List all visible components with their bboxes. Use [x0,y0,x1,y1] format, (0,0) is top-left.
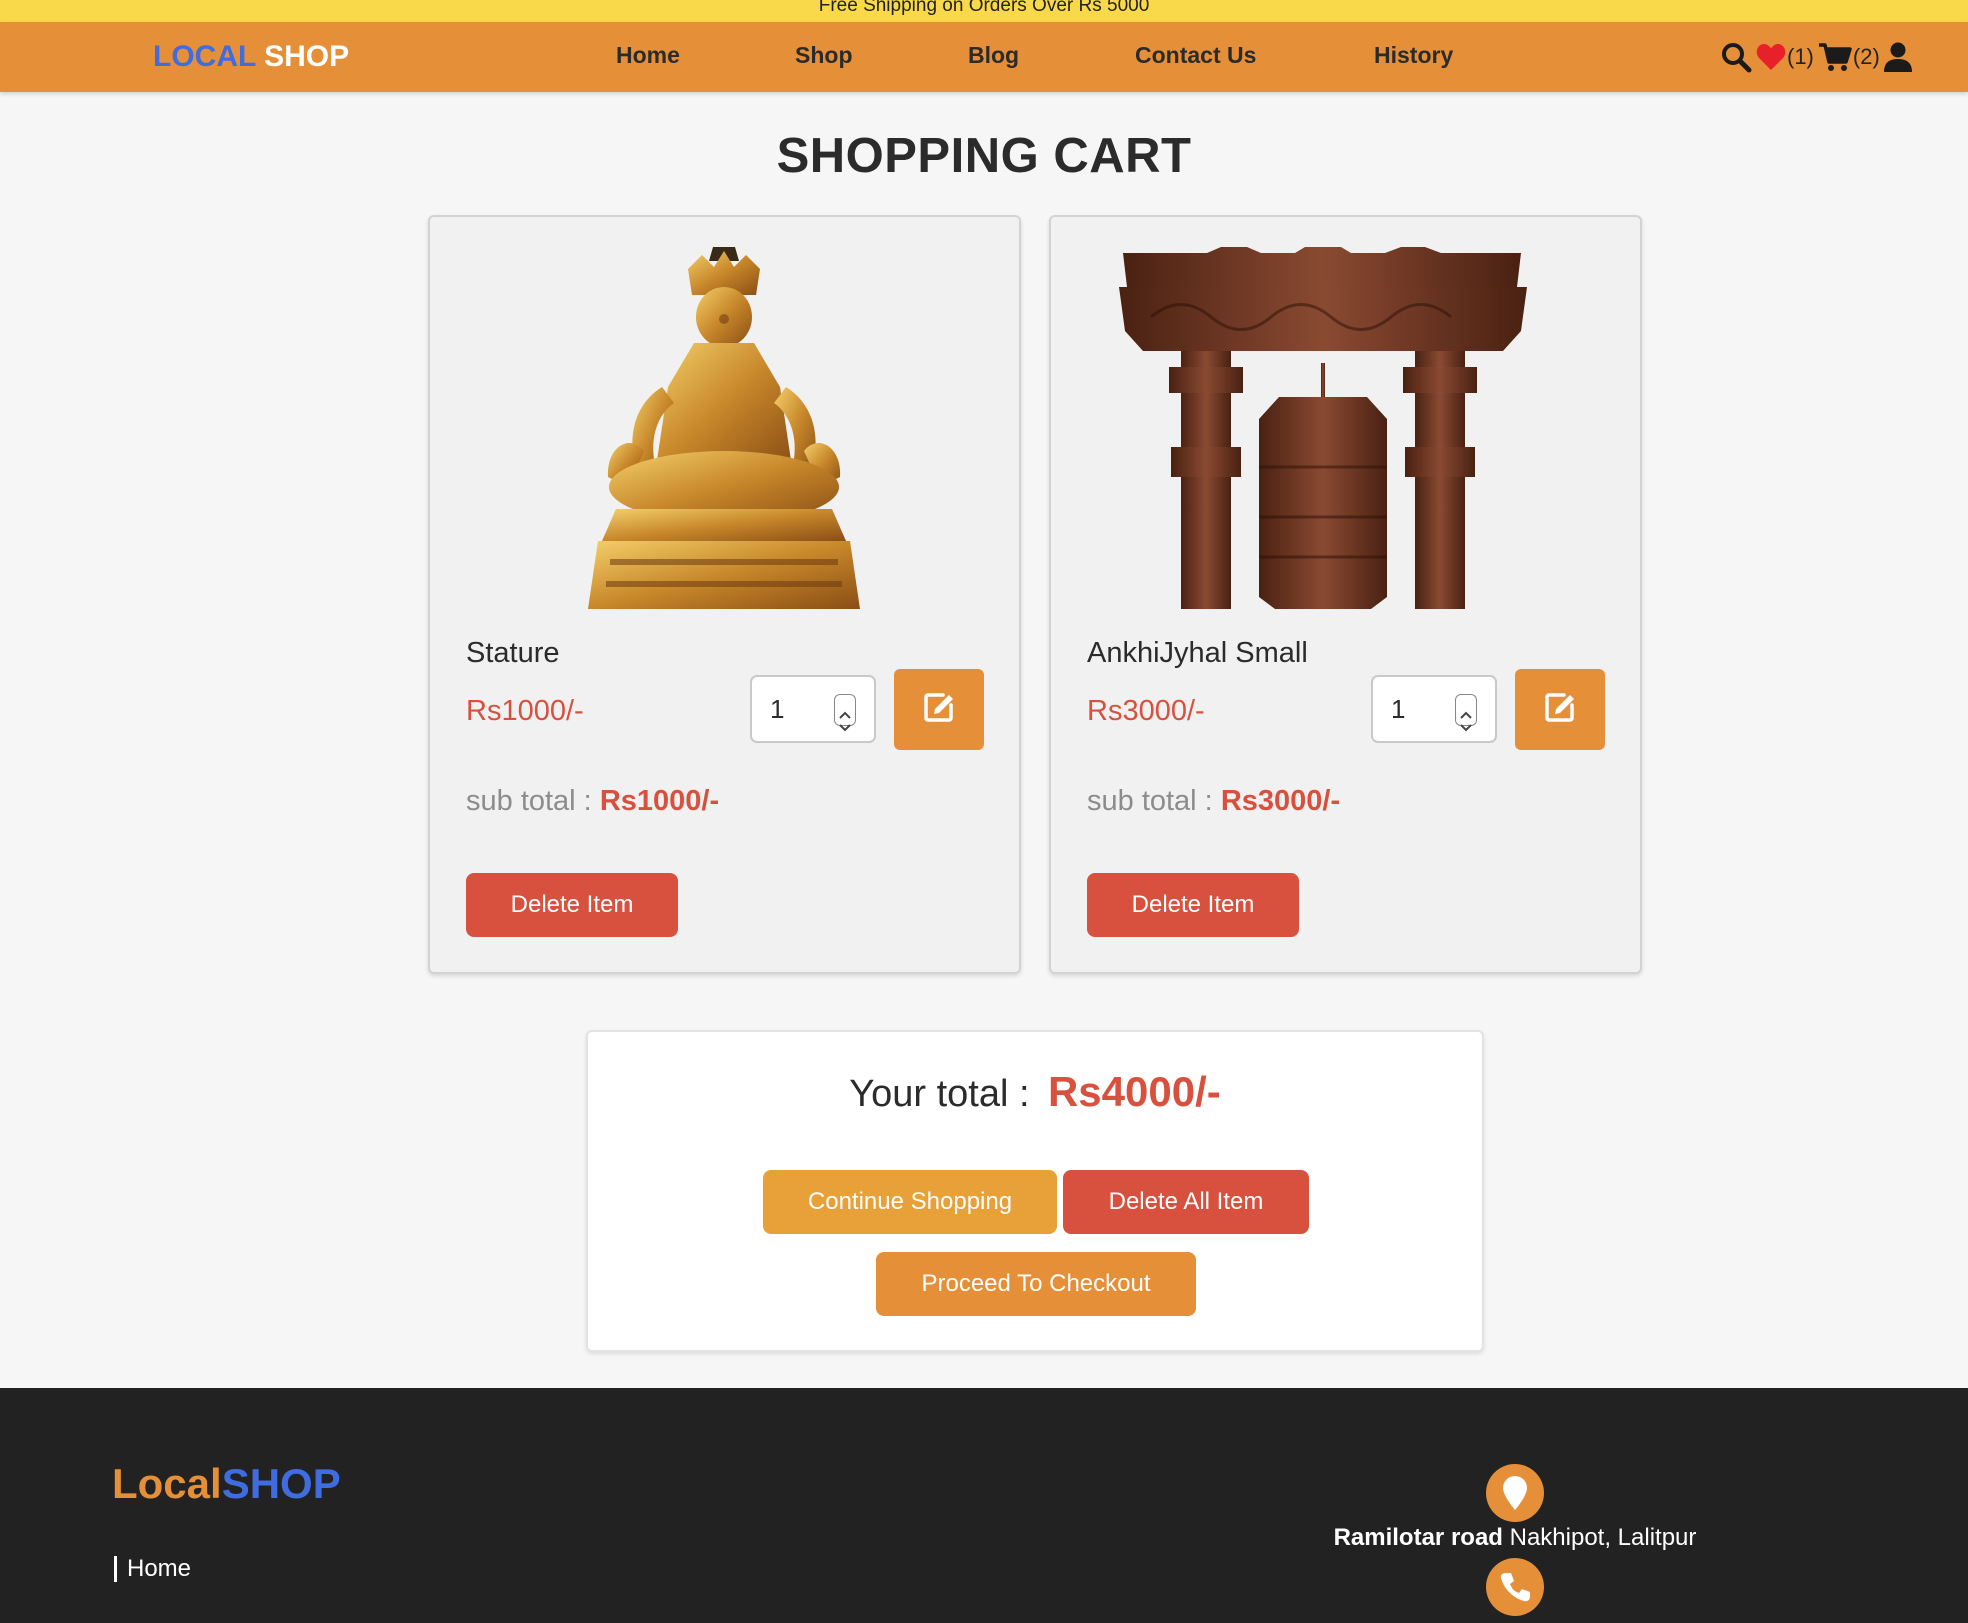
nav-blog[interactable]: Blog [968,42,1019,69]
wishlist-count: (1) [1787,44,1814,69]
navbar: LOCAL SHOP Home Shop Blog Contact Us His… [0,22,1968,92]
subtotal-value: Rs1000/- [599,785,720,817]
quantity-value: 1 [770,694,785,724]
quantity-input[interactable]: 1 [750,675,876,743]
nav-shop[interactable]: Shop [795,42,853,69]
product-price: Rs3000/- [1087,695,1205,727]
delete-item-button[interactable]: Delete Item [466,873,678,937]
total-value: Rs4000/- [1047,1068,1221,1115]
nav-history[interactable]: History [1374,42,1453,69]
edit-icon [1544,691,1576,728]
product-name: Stature [466,637,560,669]
edit-quantity-button[interactable] [1515,669,1605,750]
cart-total: Your total : Rs4000/- [588,1068,1482,1116]
continue-shopping-button[interactable]: Continue Shopping [763,1170,1057,1234]
footer-logo-local: Local [112,1460,222,1507]
edit-quantity-button[interactable] [894,669,984,750]
total-label: Your total : [849,1073,1030,1115]
checkout-button[interactable]: Proceed To Checkout [876,1252,1196,1316]
cart-summary: Your total : Rs4000/- Continue Shopping … [586,1030,1484,1352]
quantity-stepper[interactable] [834,694,856,732]
page-title: SHOPPING CART [776,129,1192,183]
phone-icon [1486,1558,1544,1616]
promo-banner: Free Shipping on Orders Over Rs 5000 [0,0,1968,22]
cart-count: (2) [1852,44,1880,69]
quantity-stepper[interactable] [1455,694,1477,732]
logo-part-local: LOCAL [153,40,256,73]
product-name: AnkhiJyhal Small [1087,637,1308,669]
subtotal-label: sub total : [466,785,592,817]
cart-item-card: Stature Rs1000/- 1 sub total : Rs1000/- … [428,215,1021,974]
cart-item-card: AnkhiJyhal Small Rs3000/- 1 sub total : … [1049,215,1642,974]
search-icon[interactable] [1720,41,1752,73]
product-image-prayer-wheel [1051,247,1640,609]
heart-icon[interactable] [1756,43,1786,71]
footer: LocalSHOP Home Ramilotar road Nakhipot, … [0,1388,1968,1623]
subtotal-value: Rs3000/- [1220,785,1341,817]
nav-icons: (1) (2) [1720,39,1912,75]
footer-logo[interactable]: LocalSHOP [112,1460,341,1508]
logo-part-shop: SHOP [264,40,350,73]
edit-icon [923,691,955,728]
address-area: Nakhipot, Lalitpur [1509,1524,1697,1551]
location-icon [1486,1464,1544,1522]
footer-address: Ramilotar road Nakhipot, Lalitpur [1290,1524,1740,1552]
product-image-statue [430,247,1019,609]
footer-link-home[interactable]: Home [114,1556,191,1582]
promo-text: Free Shipping on Orders Over Rs 5000 [818,0,1150,16]
subtotal-label: sub total : [1087,785,1213,817]
quantity-value: 1 [1391,694,1406,724]
user-icon[interactable] [1883,42,1912,72]
subtotal: sub total : Rs1000/- [466,785,719,818]
cart-icon[interactable] [1818,42,1852,72]
quantity-input[interactable]: 1 [1371,675,1497,743]
subtotal: sub total : Rs3000/- [1087,785,1340,818]
address-street: Ramilotar road [1333,1524,1503,1551]
nav-home[interactable]: Home [616,42,680,69]
delete-all-button[interactable]: Delete All Item [1063,1170,1309,1234]
delete-item-button[interactable]: Delete Item [1087,873,1299,937]
footer-logo-shop: SHOP [221,1460,341,1507]
site-logo[interactable]: LOCAL SHOP [153,40,349,74]
nav-contact-us[interactable]: Contact Us [1135,42,1256,69]
product-price: Rs1000/- [466,695,584,727]
